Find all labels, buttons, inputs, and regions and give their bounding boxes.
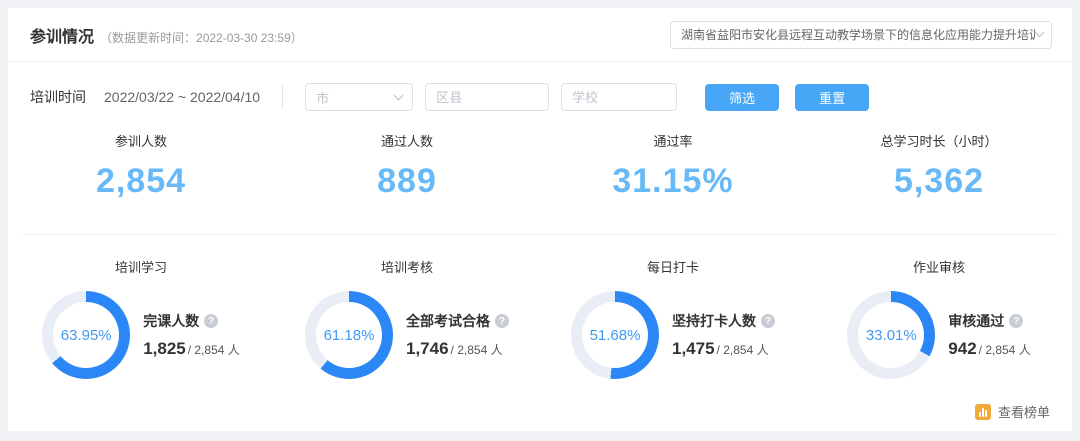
help-icon[interactable]: ?: [495, 314, 509, 328]
training-time-label: 培训时间: [30, 87, 86, 107]
stat-label: 参训人数: [8, 131, 274, 150]
stat-value: 31.15%: [540, 162, 806, 201]
donut-group: 33.01% 审核通过 ? 942/ 2,854 人: [847, 291, 1030, 379]
donut-title: 培训学习: [115, 257, 167, 276]
donut-chart: 61.18%: [305, 291, 393, 379]
header-title-group: 参训情况 （数据更新时间：2022-03-30 23:59）: [30, 23, 303, 47]
stat-label: 总学习时长（小时）: [806, 131, 1072, 150]
view-ranking-label: 查看榜单: [998, 402, 1050, 421]
help-icon[interactable]: ?: [761, 314, 775, 328]
donut-group: 51.68% 坚持打卡人数 ? 1,475/ 2,854 人: [571, 291, 775, 379]
donut-chart: 33.01%: [847, 291, 935, 379]
metric-label: 审核通过: [948, 311, 1004, 331]
help-icon[interactable]: ?: [1009, 314, 1023, 328]
training-time-range: 2022/03/22 ~ 2022/04/10: [104, 89, 260, 105]
summary-stats: 参训人数 2,854 通过人数 889 通过率 31.15% 总学习时长（小时）…: [8, 131, 1072, 201]
donut-card-homework-review: 作业审核 33.01% 审核通过 ? 942/ 2,854 人: [806, 257, 1072, 379]
donut-title: 每日打卡: [647, 257, 699, 276]
reset-button[interactable]: 重置: [795, 84, 869, 111]
donut-group: 63.95% 完课人数 ? 1,825/ 2,854 人: [42, 291, 240, 379]
donut-info: 审核通过 ? 942/ 2,854 人: [948, 311, 1030, 359]
page-title: 参训情况: [30, 23, 94, 47]
stat-label: 通过人数: [274, 131, 540, 150]
chevron-down-icon: [394, 90, 404, 100]
city-select[interactable]: 市: [305, 83, 413, 111]
donut-percent: 61.18%: [316, 302, 382, 368]
donut-percent: 51.68%: [582, 302, 648, 368]
donut-title: 作业审核: [913, 257, 965, 276]
donut-percent: 33.01%: [858, 302, 924, 368]
metric-value: 942/ 2,854 人: [948, 339, 1030, 359]
participation-card: 参训情况 （数据更新时间：2022-03-30 23:59） 湖南省益阳市安化县…: [8, 8, 1072, 431]
view-ranking-link[interactable]: 查看榜单: [975, 402, 1050, 421]
school-input[interactable]: [561, 83, 677, 111]
stat-value: 889: [274, 162, 540, 201]
city-select-placeholder: 市: [316, 88, 329, 107]
chevron-down-icon: [1035, 28, 1045, 38]
vertical-divider: [282, 85, 283, 109]
donut-card-daily-checkin: 每日打卡 51.68% 坚持打卡人数 ? 1,475/ 2,854 人: [540, 257, 806, 379]
donut-chart: 51.68%: [571, 291, 659, 379]
metric-value: 1,825/ 2,854 人: [143, 339, 240, 359]
stat-passed: 通过人数 889: [274, 131, 540, 201]
donut-card-training-exam: 培训考核 61.18% 全部考试合格 ? 1,746/ 2,854 人: [274, 257, 540, 379]
donut-percent: 63.95%: [53, 302, 119, 368]
bar-chart-icon: [975, 404, 991, 420]
training-program-select-value: 湖南省益阳市安化县远程互动教学场景下的信息化应用能力提升培训: [681, 26, 1036, 43]
stat-value: 2,854: [8, 162, 274, 201]
metric-label: 坚持打卡人数: [672, 311, 756, 331]
stat-label: 通过率: [540, 131, 806, 150]
metric-value: 1,475/ 2,854 人: [672, 339, 775, 359]
card-header: 参训情况 （数据更新时间：2022-03-30 23:59） 湖南省益阳市安化县…: [8, 8, 1072, 62]
stat-total-hours: 总学习时长（小时） 5,362: [806, 131, 1072, 201]
metric-label: 全部考试合格: [406, 311, 490, 331]
district-input[interactable]: [425, 83, 549, 111]
data-update-time: （数据更新时间：2022-03-30 23:59）: [100, 29, 303, 46]
donut-group: 61.18% 全部考试合格 ? 1,746/ 2,854 人: [305, 291, 509, 379]
donut-info: 完课人数 ? 1,825/ 2,854 人: [143, 311, 240, 359]
donut-card-training-study: 培训学习 63.95% 完课人数 ? 1,825/ 2,854 人: [8, 257, 274, 379]
progress-section: 培训学习 63.95% 完课人数 ? 1,825/ 2,854 人 培训考核: [8, 257, 1072, 379]
help-icon[interactable]: ?: [204, 314, 218, 328]
metric-value: 1,746/ 2,854 人: [406, 339, 509, 359]
training-program-select[interactable]: 湖南省益阳市安化县远程互动教学场景下的信息化应用能力提升培训: [670, 21, 1052, 49]
section-divider: [22, 234, 1058, 235]
filter-bar: 培训时间 2022/03/22 ~ 2022/04/10 市 筛选 重置: [8, 83, 1072, 111]
filter-button[interactable]: 筛选: [705, 84, 779, 111]
stat-value: 5,362: [806, 162, 1072, 201]
donut-chart: 63.95%: [42, 291, 130, 379]
metric-label: 完课人数: [143, 311, 199, 331]
stat-participants: 参训人数 2,854: [8, 131, 274, 201]
donut-info: 坚持打卡人数 ? 1,475/ 2,854 人: [672, 311, 775, 359]
donut-title: 培训考核: [381, 257, 433, 276]
stat-pass-rate: 通过率 31.15%: [540, 131, 806, 201]
donut-info: 全部考试合格 ? 1,746/ 2,854 人: [406, 311, 509, 359]
